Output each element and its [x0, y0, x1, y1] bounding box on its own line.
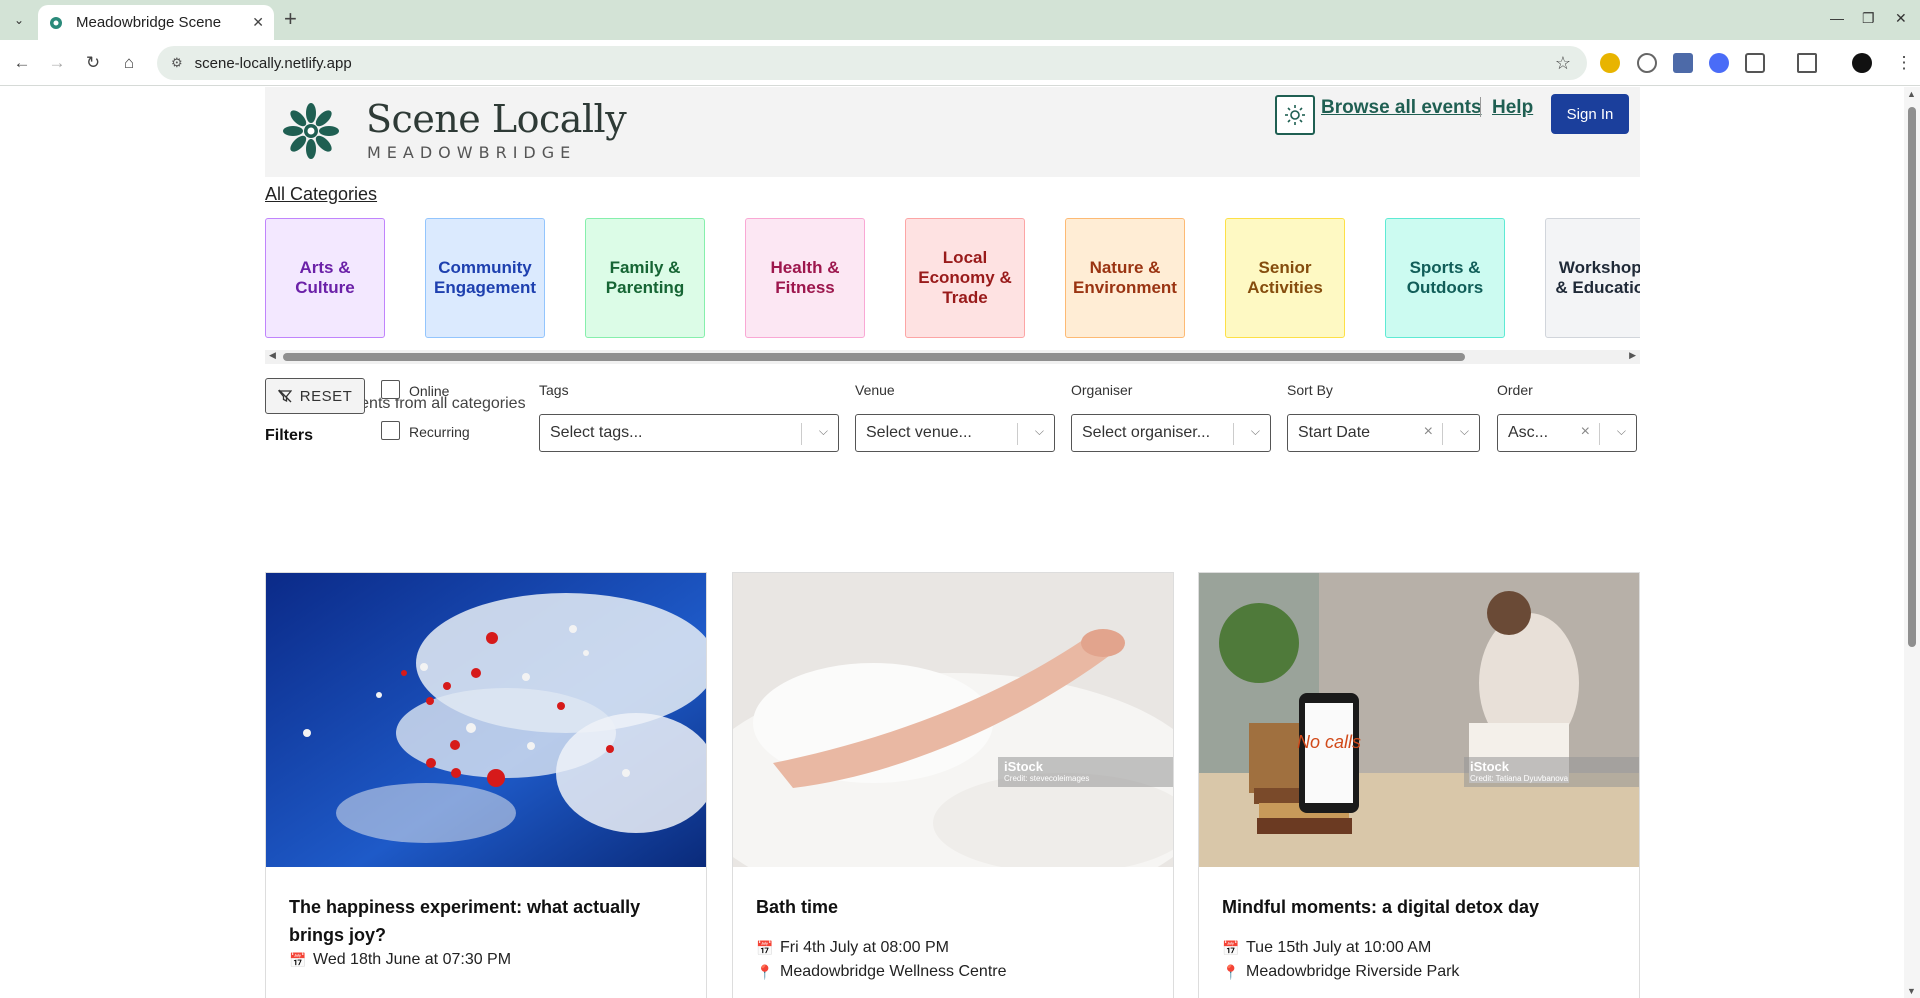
select-divider: [1599, 423, 1600, 445]
event-date-text: Wed 18th June at 07:30 PM: [313, 951, 512, 968]
restore-icon[interactable]: ❐: [1862, 10, 1875, 27]
reload-icon[interactable]: ↻: [82, 52, 104, 74]
select-divider: [1233, 423, 1234, 445]
calendar-icon: 📅: [1222, 939, 1240, 956]
sortby-value: Start Date: [1298, 424, 1371, 441]
select-divider: [801, 423, 802, 445]
page-viewport: Scene Locally MEADOWBRIDGE Browse all ev…: [0, 87, 1904, 998]
favicon-icon: [50, 16, 62, 29]
istock-watermark: iStock Credit: Tatiana Dyuvbanova: [1464, 757, 1639, 787]
chevron-down-icon[interactable]: ⌵: [1035, 424, 1044, 439]
chevron-down-icon[interactable]: ⌵: [1617, 424, 1626, 439]
organiser-select[interactable]: Select organiser... ⌵: [1071, 414, 1271, 452]
chevron-down-icon[interactable]: ⌵: [819, 424, 828, 439]
venue-placeholder: Select venue...: [866, 424, 972, 441]
sortby-label: Sort By: [1287, 382, 1333, 398]
event-title[interactable]: Mindful moments: a digital detox day: [1222, 893, 1622, 921]
event-card[interactable]: The happiness experiment: what actually …: [265, 572, 707, 998]
event-venue-text: Meadowbridge Wellness Centre: [780, 963, 1007, 980]
tags-placeholder: Select tags...: [550, 424, 643, 441]
calendar-icon: 📅: [756, 939, 774, 956]
minimize-icon[interactable]: —: [1830, 10, 1844, 26]
site-info-icon[interactable]: ⚙: [171, 55, 183, 71]
clear-icon[interactable]: ×: [1424, 423, 1433, 441]
tags-label: Tags: [539, 382, 569, 398]
clear-icon[interactable]: ×: [1581, 423, 1590, 441]
event-card[interactable]: No calls iStock Credit: Tatiana Dyuvbanov…: [1198, 572, 1640, 998]
event-card[interactable]: iStock Credit: stevecoleimages Bath time …: [732, 572, 1174, 998]
extension-icon[interactable]: [1673, 53, 1693, 73]
organiser-label: Organiser: [1071, 382, 1133, 398]
map-pin-icon: 📍: [756, 963, 774, 980]
reset-label: RESET: [299, 387, 353, 405]
chevron-down-icon[interactable]: ⌵: [1251, 424, 1260, 439]
reset-button[interactable]: RESET: [265, 378, 365, 414]
scrollbar-thumb[interactable]: [1908, 107, 1916, 647]
venue-select[interactable]: Select venue... ⌵: [855, 414, 1055, 452]
event-image[interactable]: No calls iStock Credit: Tatiana Dyuvbanov…: [1199, 573, 1639, 867]
organiser-placeholder: Select organiser...: [1082, 424, 1211, 441]
event-date-text: Tue 15th July at 10:00 AM: [1246, 939, 1432, 956]
home-icon[interactable]: ⌂: [118, 52, 140, 74]
order-value: Asc...: [1508, 424, 1549, 441]
event-image[interactable]: [266, 573, 706, 867]
online-checkbox[interactable]: [381, 380, 400, 399]
event-title[interactable]: Bath time: [756, 893, 1156, 921]
recurring-checkbox[interactable]: [381, 421, 400, 440]
address-bar[interactable]: ⚙ scene-locally.netlify.app ☆: [157, 46, 1587, 80]
event-venue: 📍 Meadowbridge Wellness Centre: [756, 963, 1006, 981]
browser-tab[interactable]: Meadowbridge Scene ✕: [38, 5, 274, 40]
map-pin-icon: 📍: [1222, 963, 1240, 980]
extension-icon[interactable]: [1637, 53, 1657, 73]
scroll-down-icon[interactable]: ▼: [1907, 986, 1916, 996]
filters-row: RESET Online Recurring Tags Select tags.…: [0, 87, 1904, 600]
tab-title: Meadowbridge Scene: [76, 14, 222, 31]
browser-menu-icon[interactable]: ⋮: [1893, 52, 1915, 74]
order-label: Order: [1497, 382, 1533, 398]
select-divider: [1442, 423, 1443, 445]
event-venue: 📍 Meadowbridge Riverside Park: [1222, 963, 1459, 981]
sortby-select[interactable]: Start Date × ⌵: [1287, 414, 1480, 452]
event-image[interactable]: iStock Credit: stevecoleimages: [733, 573, 1173, 867]
reading-list-icon[interactable]: [1797, 53, 1817, 73]
calendar-icon: 📅: [289, 951, 307, 968]
event-date-text: Fri 4th July at 08:00 PM: [780, 939, 949, 956]
phone-text: No calls: [1297, 732, 1361, 752]
bookmark-star-icon[interactable]: ☆: [1555, 53, 1571, 74]
page-scrollbar[interactable]: ▲ ▼: [1904, 87, 1920, 998]
tab-search-button[interactable]: ⌄: [8, 9, 30, 31]
forward-icon[interactable]: →: [46, 52, 68, 74]
chevron-down-icon[interactable]: ⌵: [1460, 424, 1469, 439]
browser-tabbar: ⌄ Meadowbridge Scene ✕ + — ❐ ✕: [0, 0, 1920, 40]
window-close-icon[interactable]: ✕: [1895, 10, 1907, 27]
back-icon[interactable]: ←: [11, 52, 33, 74]
filter-clear-icon: [277, 389, 292, 403]
event-title[interactable]: The happiness experiment: what actually …: [289, 893, 689, 949]
scroll-up-icon[interactable]: ▲: [1907, 89, 1916, 99]
event-date: 📅 Tue 15th July at 10:00 AM: [1222, 939, 1431, 957]
event-venue-text: Meadowbridge Riverside Park: [1246, 963, 1460, 980]
order-select[interactable]: Asc... × ⌵: [1497, 414, 1637, 452]
event-date: 📅 Fri 4th July at 08:00 PM: [756, 939, 949, 957]
tags-select[interactable]: Select tags... ⌵: [539, 414, 839, 452]
venue-label: Venue: [855, 382, 895, 398]
new-tab-button[interactable]: +: [284, 8, 297, 30]
event-date: 📅 Wed 18th June at 07:30 PM: [289, 951, 511, 969]
extension-icon[interactable]: [1709, 53, 1729, 73]
url-text: scene-locally.netlify.app: [194, 54, 352, 72]
browser-toolbar: ← → ↻ ⌂ ⚙ scene-locally.netlify.app ☆ ⋮: [0, 40, 1920, 86]
extensions-puzzle-icon[interactable]: [1745, 53, 1765, 73]
profile-avatar[interactable]: [1852, 53, 1872, 73]
recurring-label: Recurring: [409, 424, 470, 440]
extension-icon[interactable]: [1600, 53, 1620, 73]
select-divider: [1017, 423, 1018, 445]
istock-watermark: iStock Credit: stevecoleimages: [998, 757, 1173, 787]
close-tab-icon[interactable]: ✕: [252, 14, 264, 31]
online-label: Online: [409, 383, 450, 399]
